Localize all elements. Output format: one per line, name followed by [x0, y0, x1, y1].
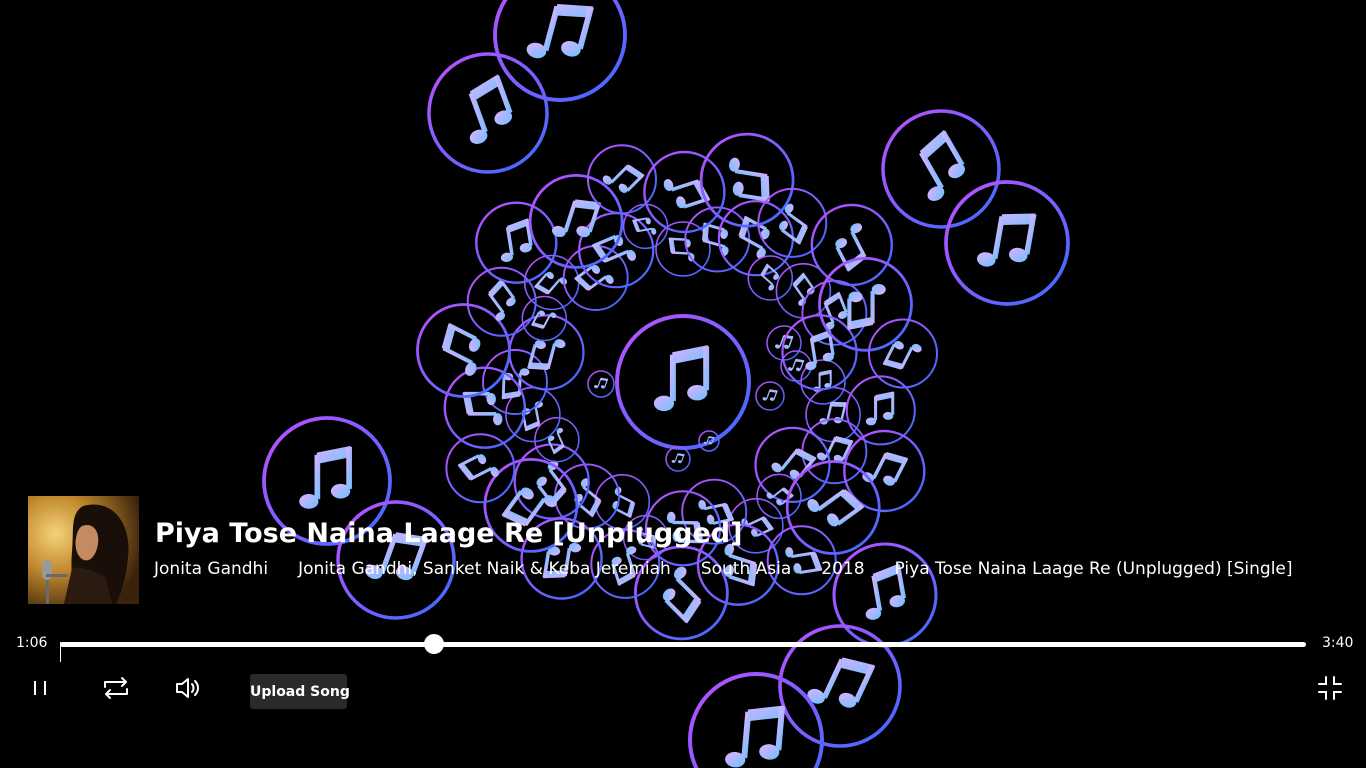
visualizer-bubble: [615, 314, 751, 450]
volume-button[interactable]: [172, 672, 204, 704]
music-note-icon: [478, 278, 522, 323]
music-note-icon: [544, 426, 571, 455]
visualizer-bubble: [747, 255, 794, 301]
visualizer-bubble: [810, 203, 893, 287]
track-artist: Jonita Gandhi: [154, 559, 269, 579]
total-duration: 3:40: [1322, 635, 1354, 651]
music-note-icon: [653, 345, 710, 412]
upload-song-button[interactable]: Upload Song: [250, 674, 350, 709]
music-note-icon: [431, 322, 490, 378]
music-note-icon: [785, 272, 819, 308]
visualizer-bubble: [684, 206, 751, 273]
visualizer-bubble: [493, 0, 627, 102]
track-genre: South Asia: [700, 559, 792, 579]
visualizer-bubble: [881, 109, 1001, 229]
track-meta: Jonita Gandhi Jonita Gandhi, Sanket Naik…: [154, 559, 1323, 579]
music-note-icon: [495, 218, 535, 263]
music-note-icon: [606, 485, 642, 519]
music-note-icon: [804, 476, 865, 535]
music-note-icon: [865, 391, 895, 426]
music-note-icon: [671, 450, 685, 466]
music-note-icon: [593, 375, 609, 392]
visualizer-bubble: [688, 672, 824, 768]
visualizer-bubble: [944, 180, 1070, 306]
track-year: 2018: [821, 559, 865, 579]
repeat-icon: [104, 677, 128, 699]
music-note-icon: [902, 129, 974, 204]
music-note-icon: [975, 204, 1037, 274]
visualizer-bubble: [427, 52, 549, 174]
music-note-icon: [762, 386, 778, 404]
visualizer-bubble: [755, 381, 785, 411]
visualizer-bubble: [643, 150, 726, 234]
music-note-icon: [860, 443, 909, 494]
music-note-icon: [882, 334, 924, 378]
pause-icon: [34, 681, 46, 695]
visualizer-bubble: [665, 446, 691, 472]
track-credits: Jonita Gandhi, Sanket Naik & Keba Jeremi…: [298, 559, 671, 579]
visualizer-bubble: [805, 386, 861, 443]
music-note-icon: [524, 0, 595, 70]
music-note-icon: [600, 155, 645, 200]
volume-icon: [176, 678, 199, 698]
visualizer-bubble: [587, 370, 615, 398]
visualizer-bubble: [843, 429, 926, 513]
repeat-button[interactable]: [100, 672, 132, 704]
progress-thumb[interactable]: [423, 634, 444, 654]
music-note-icon: [527, 332, 567, 377]
music-note-icon: [457, 449, 501, 491]
track-title: Piya Tose Naina Laage Re [Unplugged]: [155, 518, 743, 549]
pause-button[interactable]: [26, 674, 54, 702]
visualizer-bubble: [801, 418, 868, 485]
visualizer-bubble: [801, 279, 868, 346]
visualizer-bubble: [443, 366, 526, 449]
visualizer-bubble: [699, 132, 795, 228]
elapsed-time: 1:06: [16, 635, 48, 651]
music-note-icon: [729, 215, 778, 261]
music-note-icon: [724, 156, 776, 203]
track-album: Piya Tose Naina Laage Re (Unplugged) [Si…: [894, 559, 1293, 579]
music-note-icon: [818, 397, 847, 429]
music-visualizer: [262, 0, 1070, 768]
exit-fullscreen-button[interactable]: [1316, 674, 1344, 702]
player-stage: Piya Tose Naina Laage Re [Unplugged] Jon…: [0, 0, 1366, 768]
progress-bar[interactable]: [60, 634, 1306, 654]
music-note-icon: [452, 74, 519, 147]
music-note-icon: [724, 700, 786, 768]
music-note-icon: [299, 445, 352, 509]
fullscreen-exit-icon: [1318, 676, 1342, 700]
album-art: [28, 496, 139, 604]
music-note-icon: [829, 221, 878, 273]
